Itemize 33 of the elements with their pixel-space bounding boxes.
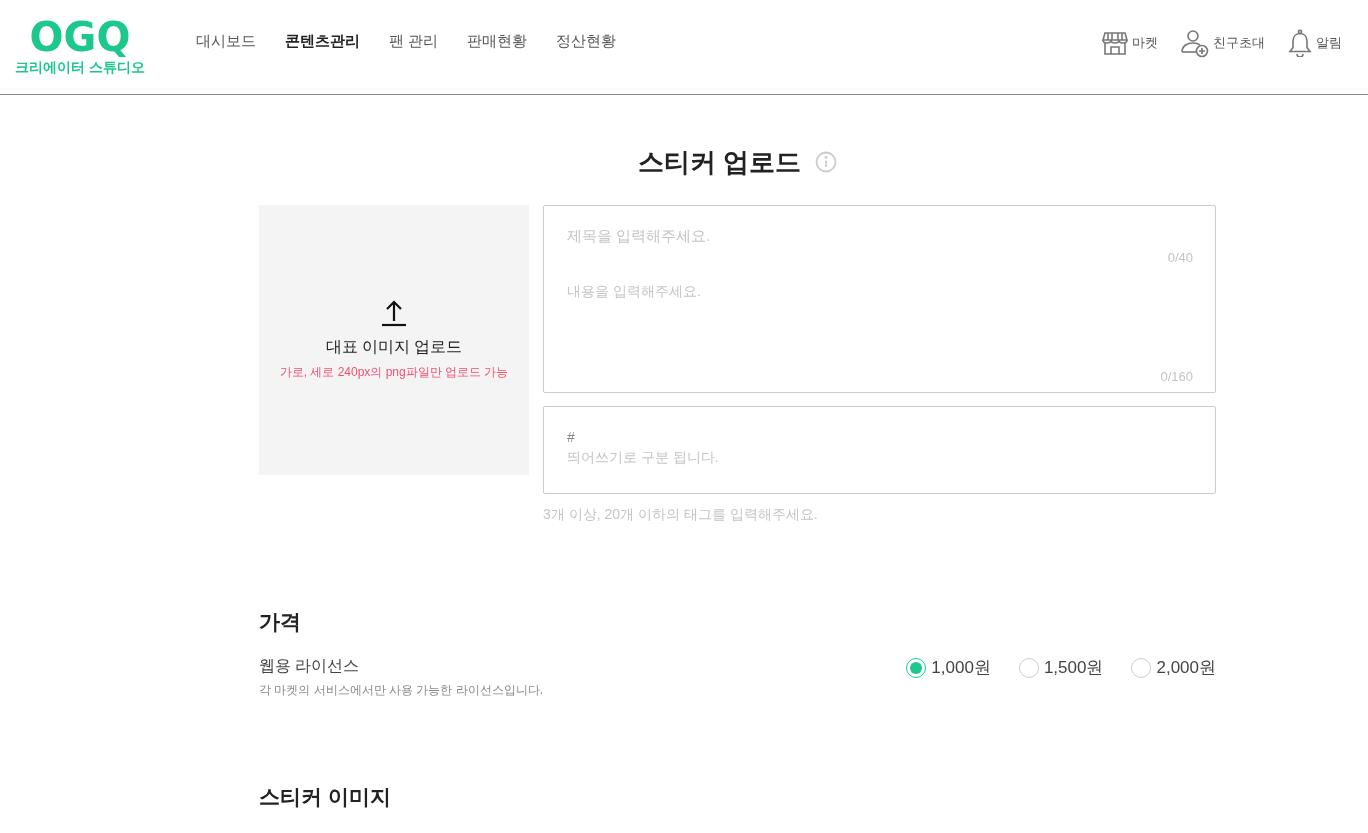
section-heading: 스티커 이미지: [259, 784, 391, 810]
hash-sign: #: [567, 429, 575, 445]
store-icon: [1101, 29, 1129, 57]
price-option[interactable]: 2,000원: [1131, 656, 1216, 679]
nav-link[interactable]: 정산현황: [556, 31, 617, 51]
nav-link[interactable]: 팬 관리: [389, 31, 439, 51]
tags-hint: 3개 이상, 20개 이하의 태그를 입력해주세요.: [543, 506, 819, 524]
tags-input[interactable]: 띄어쓰기로 구분 됩니다.: [567, 449, 1193, 465]
header-action-link[interactable]: 마켓: [1101, 29, 1158, 57]
tags-field[interactable]: # 띄어쓰기로 구분 됩니다.: [543, 406, 1216, 494]
content-input[interactable]: 내용을 입력해주세요.: [567, 283, 1193, 365]
nav-link[interactable]: 콘텐츠관리: [285, 31, 360, 51]
price-option[interactable]: 1,000원: [906, 656, 991, 679]
add-user-icon: [1180, 28, 1210, 58]
character-counter: 0/40: [1167, 250, 1193, 265]
bell-icon: [1287, 29, 1313, 57]
upload-icon: [381, 299, 407, 327]
character-counter: 0/160: [1160, 369, 1193, 384]
nav-link[interactable]: 대시보드: [196, 31, 256, 51]
header-action-link[interactable]: 알림: [1287, 29, 1342, 57]
upload-label: 대표 이미지 업로드: [325, 337, 463, 357]
header-action-link[interactable]: 친구초대: [1180, 28, 1265, 58]
nav-link[interactable]: 판매현황: [467, 31, 528, 51]
license-name: 웹용 라이선스: [259, 656, 360, 676]
license-description: 각 마켓의 서비스에서만 사용 가능한 라이선스입니다.: [259, 682, 543, 699]
page-title: 스티커 업로드: [637, 146, 802, 179]
logo-subtitle: 크리에이터 스튜디오: [15, 59, 145, 77]
title-input[interactable]: 제목을 입력해주세요.: [567, 224, 1193, 246]
upload-hint: 가로, 세로 240px의 png파일만 업로드 가능: [279, 364, 509, 381]
info-icon[interactable]: [815, 151, 838, 173]
image-upload-area[interactable]: 대표 이미지 업로드 가로, 세로 240px의 png파일만 업로드 가능: [259, 205, 529, 475]
section-heading: 가격: [259, 609, 301, 635]
price-option[interactable]: 1,500원: [1018, 656, 1104, 679]
